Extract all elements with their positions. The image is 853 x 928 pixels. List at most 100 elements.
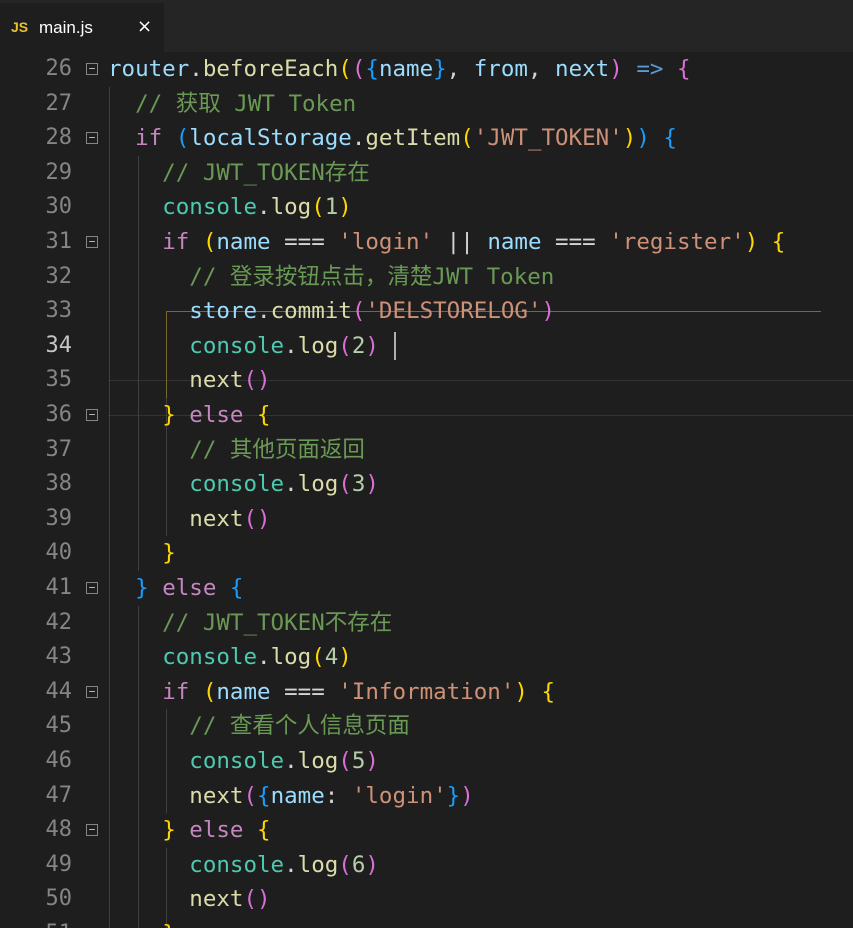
code-line[interactable]: 51 } xyxy=(0,917,853,928)
fold-toggle-icon[interactable]: − xyxy=(86,582,98,594)
line-number: 33 xyxy=(45,298,73,324)
code-line[interactable]: 27 // 获取 JWT Token xyxy=(0,87,853,122)
code-token: . xyxy=(284,471,298,498)
code-line[interactable]: 44− if (name === 'Information') { xyxy=(0,675,853,710)
code-line[interactable]: 46 console.log(5) xyxy=(0,744,853,779)
code-line[interactable]: 32 // 登录按钮点击，清楚JWT Token xyxy=(0,260,853,295)
tab-bar: JS main.js × xyxy=(0,0,853,52)
code-token: 'DELSTORELOG' xyxy=(365,298,542,325)
code-token: name xyxy=(216,229,271,255)
code-token: log xyxy=(297,332,339,359)
code-token: ) xyxy=(609,56,623,82)
code-line[interactable]: 30 console.log(1) xyxy=(0,190,853,225)
line-number: 32 xyxy=(45,263,73,289)
line-number: 41 xyxy=(45,575,73,600)
code-token: ) xyxy=(514,678,528,705)
code-token: ( xyxy=(338,748,352,774)
code-line[interactable]: 33 store.commit('DELSTORELOG') xyxy=(0,294,853,329)
line-number: 27 xyxy=(45,90,73,116)
line-number: 30 xyxy=(45,194,73,220)
code-line[interactable]: 36 − } else { xyxy=(0,398,853,433)
code-line[interactable]: 38 console.log(3) xyxy=(0,467,853,502)
code-token: next xyxy=(189,886,244,913)
code-text: store.commit('DELSTORELOG') xyxy=(108,294,555,329)
code-token: === xyxy=(541,229,610,255)
code-token: ( xyxy=(202,229,217,255)
code-line[interactable]: 45 // 查看个人信息页面 xyxy=(0,709,853,744)
code-token: beforeEach xyxy=(202,56,339,82)
line-number: 43 xyxy=(45,644,73,670)
code-token: else xyxy=(162,575,217,601)
code-token: ( xyxy=(460,125,474,152)
code-line[interactable]: 47 next({name: 'login'}) xyxy=(0,779,853,814)
code-line[interactable]: 35 next() xyxy=(0,363,853,398)
code-token: === xyxy=(270,229,339,255)
code-token: ) xyxy=(622,125,637,152)
code-text: if (name === 'login' || name === 'regist… xyxy=(108,225,785,260)
code-line[interactable]: 40 } xyxy=(0,536,853,571)
code-token: console xyxy=(162,194,258,221)
code-token: { xyxy=(257,782,271,809)
code-token: , xyxy=(527,56,556,82)
code-line[interactable]: 34 console.log(2) xyxy=(0,329,853,364)
fold-toggle-icon[interactable]: − xyxy=(86,132,98,145)
fold-toggle-icon[interactable]: − xyxy=(86,236,98,248)
code-token: ) xyxy=(460,782,474,809)
code-token: console xyxy=(189,851,285,878)
code-token: } xyxy=(446,782,461,809)
code-token: } xyxy=(162,402,176,428)
close-icon[interactable]: × xyxy=(137,16,152,37)
code-token: 'JWT_TOKEN' xyxy=(473,125,623,152)
line-number: 47 xyxy=(45,782,73,808)
code-token: // 登录按钮点击，清楚JWT Token xyxy=(108,263,555,290)
code-line[interactable]: 26− router.beforeEach(({name}, from, next… xyxy=(0,52,853,87)
code-line[interactable]: 28− if (localStorage.getItem('JWT_TOKEN'… xyxy=(0,121,853,156)
code-line[interactable]: 50 next() xyxy=(0,882,853,917)
code-token: log xyxy=(270,644,312,671)
code-line[interactable]: 31− if (name === 'login' || name === 're… xyxy=(0,225,853,260)
code-token: 4 xyxy=(324,644,339,671)
code-line[interactable]: 29 // JWT_TOKEN存在 xyxy=(0,156,853,191)
code-token: . xyxy=(284,851,298,878)
code-text: // JWT_TOKEN不存在 xyxy=(108,606,392,641)
code-editor[interactable]: 26− router.beforeEach(({name}, from, next… xyxy=(0,52,853,928)
code-text: next() xyxy=(108,502,271,537)
code-token: . xyxy=(257,644,271,671)
code-token: // 查看个人信息页面 xyxy=(108,713,410,740)
line-number: 39 xyxy=(45,505,73,531)
code-token: 'register' xyxy=(609,229,745,255)
code-token: { xyxy=(663,125,677,152)
code-line[interactable]: 49 console.log(6) xyxy=(0,848,853,883)
fold-toggle-icon[interactable]: − xyxy=(86,824,98,837)
code-token: . xyxy=(189,56,203,82)
code-token: ) xyxy=(365,332,379,359)
code-line[interactable]: 43 console.log(4) xyxy=(0,640,853,675)
code-line[interactable]: 42 // JWT_TOKEN不存在 xyxy=(0,606,853,641)
code-token: () xyxy=(243,505,271,532)
code-text: // 获取 JWT Token xyxy=(108,87,356,122)
fold-toggle-icon[interactable]: − xyxy=(86,63,98,75)
code-line[interactable]: 41 − } else { xyxy=(0,571,853,606)
code-token: } xyxy=(162,540,176,567)
code-token: ( xyxy=(351,298,366,325)
tab-main-js[interactable]: JS main.js × xyxy=(0,3,164,52)
fold-toggle-icon[interactable]: − xyxy=(86,685,98,698)
code-token: || xyxy=(433,229,488,255)
code-line[interactable]: 39 next() xyxy=(0,502,853,537)
code-text: console.log(2) xyxy=(108,329,379,364)
code-line[interactable]: 48− } else { xyxy=(0,813,853,848)
line-number: 44 xyxy=(45,678,73,704)
code-line[interactable]: 37 // 其他页面返回 xyxy=(0,433,853,468)
fold-toggle-icon[interactable]: − xyxy=(86,409,98,421)
